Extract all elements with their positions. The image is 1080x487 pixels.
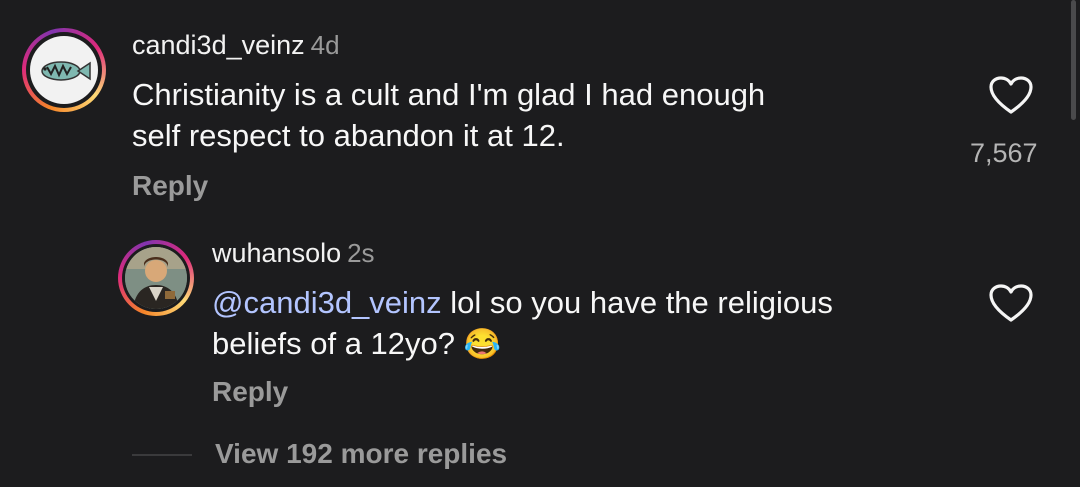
divider [132,454,192,456]
heart-outline-icon[interactable] [989,76,1033,116]
heart-outline-icon[interactable] [989,284,1033,324]
mention-link[interactable]: @candi3d_veinz [212,285,442,320]
reply-username[interactable]: wuhansolo 2s [212,238,375,269]
avatar[interactable] [30,36,98,104]
view-more-replies-button[interactable]: View 192 more replies [215,438,507,470]
story-ring[interactable] [22,28,106,112]
reply-item: wuhansolo 2s @candi3d_veinz lol so you ha… [0,220,1080,420]
story-ring[interactable] [118,240,194,316]
reply-button[interactable]: Reply [212,376,288,408]
comment-text: Christianity is a cult and I'm glad I ha… [132,77,766,153]
like-count: 7,567 [970,138,1038,168]
comment-item: candi3d_veinz 4d Christianity is a cult a… [0,0,1080,220]
laughing-emoji: 😂 [463,328,501,361]
person-avatar [125,247,187,309]
comment-username[interactable]: candi3d_veinz 4d [132,30,340,61]
reply-timestamp: 2s [347,238,375,268]
fish-icon [41,61,91,81]
scrollbar[interactable] [1071,0,1076,120]
reply-text: @candi3d_veinz lol so you have the relig… [212,285,833,361]
comment-timestamp: 4d [310,30,340,60]
avatar[interactable] [125,247,187,309]
reply-button[interactable]: Reply [132,170,208,202]
